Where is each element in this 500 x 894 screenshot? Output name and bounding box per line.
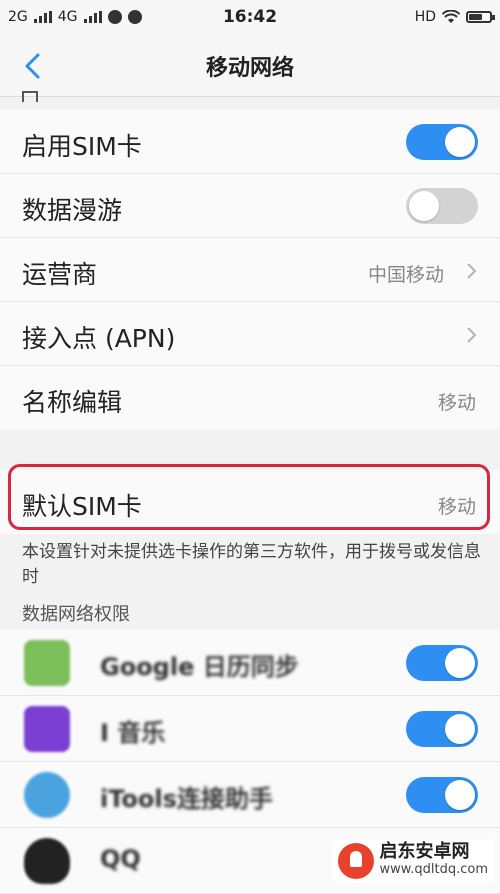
- row-enable-sim[interactable]: 启用SIM卡: [0, 110, 500, 174]
- section-title: 数据网络权限: [22, 604, 130, 625]
- row-label: 启用SIM卡: [22, 132, 142, 161]
- chevron-right-icon: [467, 327, 477, 343]
- row-label: 运营商: [22, 260, 98, 289]
- status-right: HD: [414, 9, 495, 25]
- row-data-roaming[interactable]: 数据漫游: [0, 174, 500, 238]
- enable-sim-toggle[interactable]: [406, 124, 478, 160]
- app-icon: [24, 772, 70, 818]
- wifi-icon: [442, 10, 460, 23]
- app-data-toggle[interactable]: [406, 711, 478, 747]
- row-label: 名称编辑: [22, 388, 123, 417]
- app-data-toggle[interactable]: [406, 645, 478, 681]
- list-item[interactable]: I 音乐: [0, 696, 500, 762]
- app-name: iTools连接助手: [100, 785, 273, 813]
- app-icon: [24, 706, 70, 752]
- app-name: QQ: [100, 845, 141, 873]
- title-bar: 移动网络: [0, 36, 500, 97]
- app-data-toggle[interactable]: [406, 777, 478, 813]
- settings-group: 启用SIM卡 数据漫游 运营商 中国移动 接入点 (APN) 名称编辑 移动: [0, 110, 500, 430]
- row-label: 数据漫游: [22, 196, 123, 225]
- data-roaming-toggle[interactable]: [406, 188, 478, 224]
- qq-penguin-icon: [24, 838, 70, 884]
- row-name-edit[interactable]: 名称编辑 移动: [0, 366, 500, 430]
- status-bar: 2G 4G 16:42 HD: [0, 0, 500, 36]
- page-title: 移动网络: [205, 56, 294, 81]
- list-item[interactable]: Google 日历同步: [0, 630, 500, 696]
- row-default-sim[interactable]: 默认SIM卡 移动: [0, 470, 500, 534]
- default-sim-hint: 本设置针对未提供选卡操作的第三方软件，用于拨号或发信息时: [22, 542, 481, 587]
- row-label: 默认SIM卡: [22, 492, 142, 521]
- name-edit-value: 移动: [437, 392, 476, 414]
- carrier-value: 中国移动: [367, 264, 444, 286]
- watermark-logo-icon: [337, 843, 374, 879]
- list-item[interactable]: iTools连接助手: [0, 762, 500, 828]
- chevron-right-icon: [467, 263, 477, 279]
- watermark-text: 启东安卓网 www.qdltdq.com: [380, 843, 488, 879]
- app-name: I 音乐: [100, 719, 166, 747]
- watermark: 启东安卓网 www.qdltdq.com: [331, 839, 494, 883]
- row-label: 接入点 (APN): [22, 324, 176, 353]
- battery-icon: [466, 11, 495, 23]
- watermark-url: www.qdltdq.com: [379, 862, 488, 877]
- app-name: Google 日历同步: [100, 653, 299, 681]
- scrolled-section-edge: [22, 88, 44, 102]
- hd-indicator: HD: [414, 9, 436, 25]
- app-icon: [24, 640, 70, 686]
- row-carrier[interactable]: 运营商 中国移动: [0, 238, 500, 302]
- watermark-title: 启东安卓网: [379, 841, 470, 862]
- default-sim-value: 移动: [437, 496, 476, 518]
- row-apn[interactable]: 接入点 (APN): [0, 302, 500, 366]
